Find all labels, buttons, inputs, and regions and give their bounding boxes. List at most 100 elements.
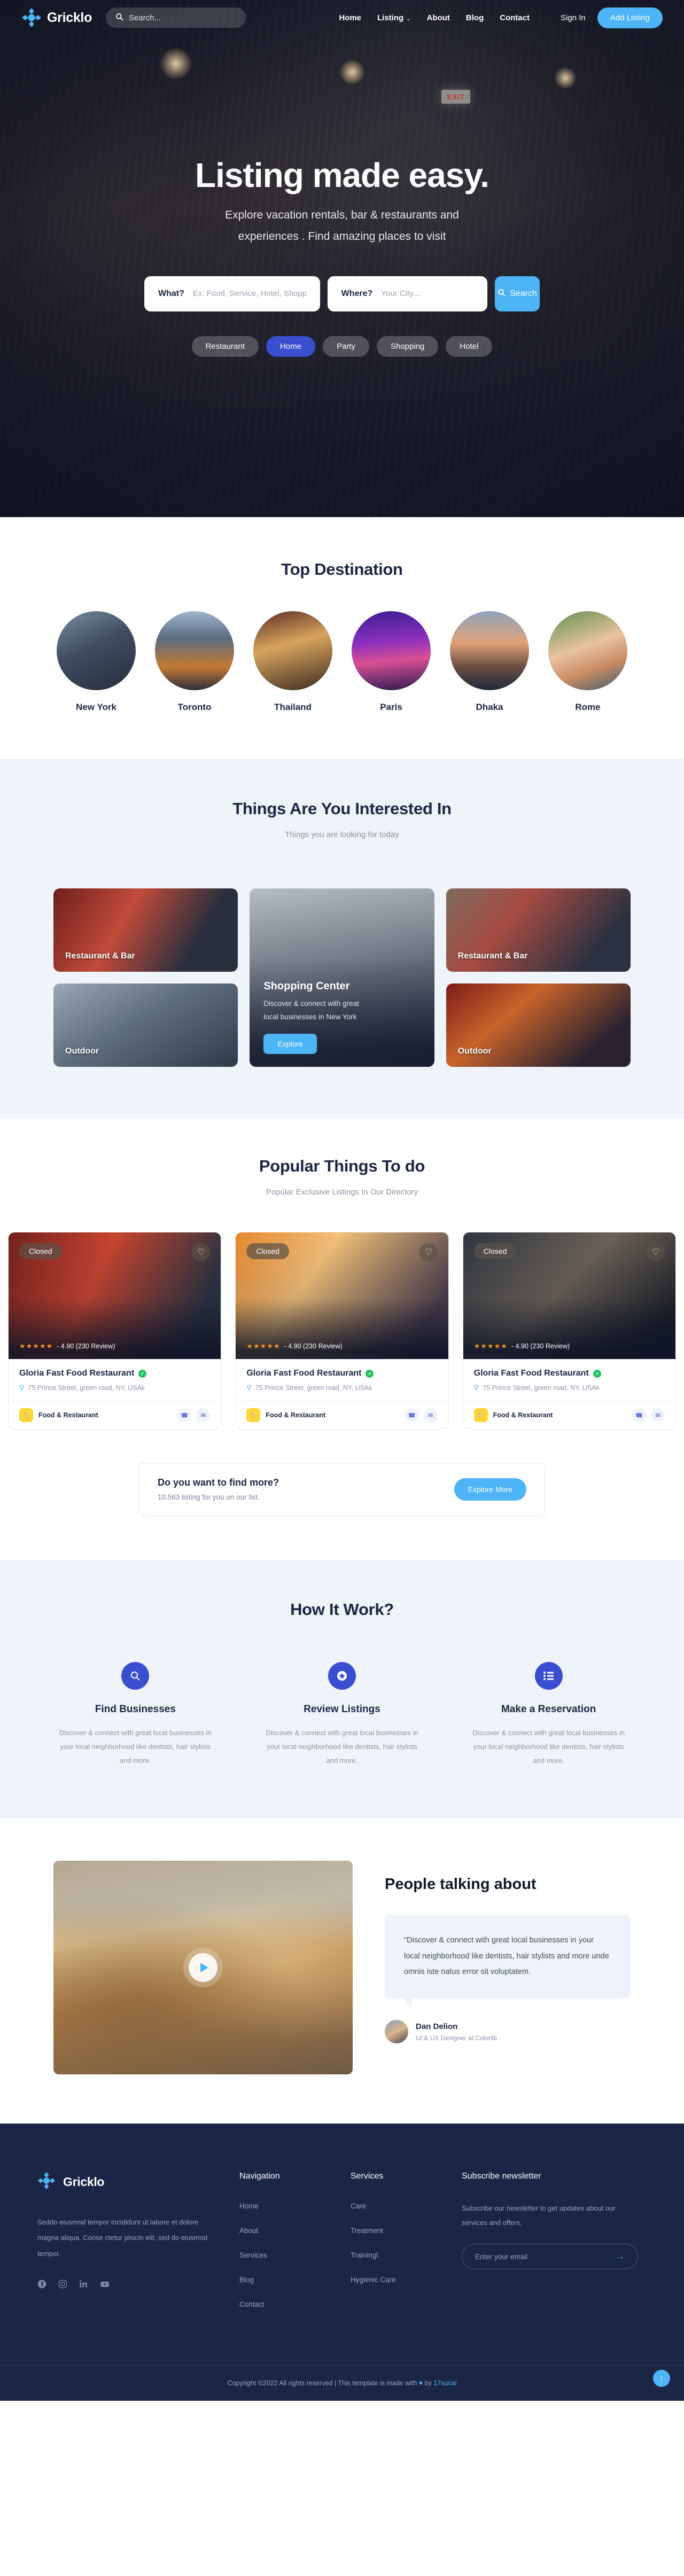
pill-shopping[interactable]: Shopping	[376, 335, 439, 357]
newsletter-heading: Subscribe newsletter	[462, 2172, 541, 2181]
mail-icon[interactable]: ✉	[423, 1408, 438, 1422]
pill-restaurant[interactable]: Restaurant	[191, 335, 259, 357]
phone-icon[interactable]: ☎	[632, 1408, 646, 1422]
destination-image	[548, 611, 627, 690]
list-item: Home	[239, 2202, 325, 2211]
footer-link-home[interactable]: Home	[239, 2202, 259, 2210]
explore-more-button[interactable]: Explore More	[454, 1478, 526, 1501]
pill-party[interactable]: Party	[322, 335, 369, 357]
youtube-icon[interactable]	[100, 2280, 110, 2291]
interest-tile-outdoor[interactable]: Outdoor	[53, 983, 238, 1067]
interest-tile-outdoor[interactable]: Outdoor	[446, 983, 631, 1067]
footer-link-hygienic-care[interactable]: Hygienic Care	[351, 2276, 396, 2284]
interests-grid: Restaurant & Bar Shopping Center Discove…	[53, 888, 631, 1067]
footer-link-blog[interactable]: Blog	[239, 2276, 254, 2284]
footer-link-contact[interactable]: Contact	[239, 2300, 265, 2308]
footer-link-care[interactable]: Care	[351, 2202, 366, 2210]
search-icon	[121, 1662, 150, 1690]
what-label: What?	[158, 288, 184, 298]
pill-home[interactable]: Home	[266, 335, 315, 357]
feature-desc-line2: local businesses in New York	[263, 1013, 357, 1021]
listing-card[interactable]: Closed ♡ ★★★★★ - 4.90 (230 Review) Glori…	[235, 1232, 449, 1430]
top-destination-section: Top Destination New York Toronto Thailan…	[0, 517, 684, 759]
linkedin-icon[interactable]	[79, 2280, 88, 2291]
footer-link-about[interactable]: About	[239, 2227, 258, 2235]
pill-hotel[interactable]: Hotel	[446, 335, 493, 357]
newsletter-email-input[interactable]	[475, 2252, 616, 2261]
footer-description: Seddo eiusmod tempor incididunt ut labor…	[37, 2218, 207, 2258]
testimonial-video[interactable]	[53, 1861, 353, 2074]
destination-item[interactable]: Rome	[548, 611, 627, 713]
footer-link-treatment[interactable]: Treatment	[351, 2227, 383, 2235]
phone-icon[interactable]: ☎	[177, 1408, 192, 1422]
destination-item[interactable]: Dhaka	[450, 611, 529, 713]
navbar-search-placeholder: Search...	[129, 13, 161, 22]
what-field-wrapper[interactable]: What?	[144, 276, 320, 311]
where-field-wrapper[interactable]: Where?	[327, 276, 487, 311]
listing-image: Closed ♡ ★★★★★ - 4.90 (230 Review)	[9, 1232, 221, 1359]
listing-card[interactable]: Closed ♡ ★★★★★ - 4.90 (230 Review) Glori…	[462, 1232, 676, 1430]
facebook-icon[interactable]	[37, 2280, 46, 2291]
listing-actions: ☎ ✉	[177, 1408, 211, 1422]
main-navbar: Gricklo Search... Home Listing ⌄ About Bl…	[0, 0, 684, 35]
listing-actions: ☎ ✉	[405, 1408, 438, 1422]
listing-title: Gloria Fast Food Restaurant	[473, 1369, 589, 1378]
location-pin-icon: ⚲	[473, 1384, 479, 1392]
category-pills: Restaurant Home Party Shopping Hotel	[0, 335, 684, 357]
instagram-icon[interactable]	[58, 2280, 67, 2291]
nav-link-contact[interactable]: Contact	[500, 13, 530, 22]
favorite-heart-icon[interactable]: ♡	[419, 1243, 438, 1261]
destination-item[interactable]: Thailand	[253, 611, 332, 713]
destination-image	[450, 611, 529, 690]
how-step-review-listings: Review Listings Discover & connect with …	[250, 1662, 435, 1768]
listing-footer: 🍴 Food & Restaurant ☎ ✉	[236, 1401, 448, 1429]
nav-link-home[interactable]: Home	[339, 13, 361, 22]
scroll-to-top-button[interactable]: ↑	[653, 2370, 670, 2387]
copyright-author-link[interactable]: 17sucai	[433, 2379, 456, 2387]
feature-explore-button[interactable]: Explore	[263, 1034, 317, 1054]
interest-tile-restaurant-bar[interactable]: Restaurant & Bar	[446, 888, 631, 972]
play-button-icon[interactable]	[189, 1953, 217, 1982]
phone-icon[interactable]: ☎	[405, 1408, 419, 1422]
list-item: Trainingl	[351, 2251, 436, 2260]
navbar-search-box[interactable]: Search...	[106, 7, 246, 28]
where-input[interactable]	[381, 289, 473, 299]
listing-footer: 🍴 Food & Restaurant ☎ ✉	[463, 1401, 675, 1429]
destination-item[interactable]: Paris	[352, 611, 431, 713]
destination-item[interactable]: New York	[57, 611, 136, 713]
destination-name: New York	[76, 702, 116, 712]
interest-tile-restaurant-bar[interactable]: Restaurant & Bar	[53, 888, 238, 972]
hero-content: Listing made easy. Explore vacation rent…	[0, 35, 684, 357]
footer-logo[interactable]: Gricklo	[37, 2172, 214, 2192]
search-button[interactable]: Search	[494, 276, 540, 311]
newsletter-input-wrapper[interactable]: →	[462, 2244, 638, 2270]
status-badge: Closed	[246, 1243, 289, 1259]
footer-link-training[interactable]: Trainingl	[351, 2251, 378, 2259]
listing-address-row: ⚲ 75 Prince Street, green road, NY, USAk	[246, 1384, 437, 1392]
mail-icon[interactable]: ✉	[196, 1408, 211, 1422]
footer-link-services[interactable]: Services	[239, 2251, 267, 2259]
popular-title: Popular Things To do	[259, 1157, 425, 1175]
testimonial-wrapper: People talking about "Discover & connect…	[53, 1861, 631, 2074]
destination-name: Thailand	[274, 702, 312, 712]
listing-body: Gloria Fast Food Restaurant ✓ ⚲ 75 Princ…	[463, 1359, 675, 1401]
listing-address-row: ⚲ 75 Prince Street, green road, NY, USAk	[474, 1384, 665, 1392]
how-step-desc: Discover & connect with great local busi…	[59, 1729, 212, 1765]
destination-item[interactable]: Toronto	[155, 611, 234, 713]
nav-link-blog[interactable]: Blog	[466, 13, 484, 22]
nav-link-listing[interactable]: Listing ⌄	[377, 13, 411, 22]
listing-image: Closed ♡ ★★★★★ - 4.90 (230 Review)	[463, 1232, 675, 1359]
mail-icon[interactable]: ✉	[651, 1408, 665, 1422]
add-listing-button[interactable]: Add Listing	[597, 7, 663, 28]
listing-card[interactable]: Closed ♡ ★★★★★ - 4.90 (230 Review) Glori…	[8, 1232, 222, 1430]
favorite-heart-icon[interactable]: ♡	[647, 1243, 665, 1261]
interest-feature-shopping-center[interactable]: Shopping Center Discover & connect with …	[250, 888, 434, 1067]
sign-in-link[interactable]: Sign In	[561, 13, 586, 22]
nav-link-about[interactable]: About	[427, 13, 450, 22]
what-input[interactable]	[192, 289, 306, 299]
brand-logo[interactable]: Gricklo	[21, 7, 92, 28]
popular-subtitle: Popular Exclusive Listings In Our Direct…	[266, 1188, 418, 1197]
listing-title-row: Gloria Fast Food Restaurant ✓	[246, 1369, 437, 1378]
search-icon	[115, 13, 123, 23]
arrow-right-icon[interactable]: →	[616, 2251, 625, 2262]
